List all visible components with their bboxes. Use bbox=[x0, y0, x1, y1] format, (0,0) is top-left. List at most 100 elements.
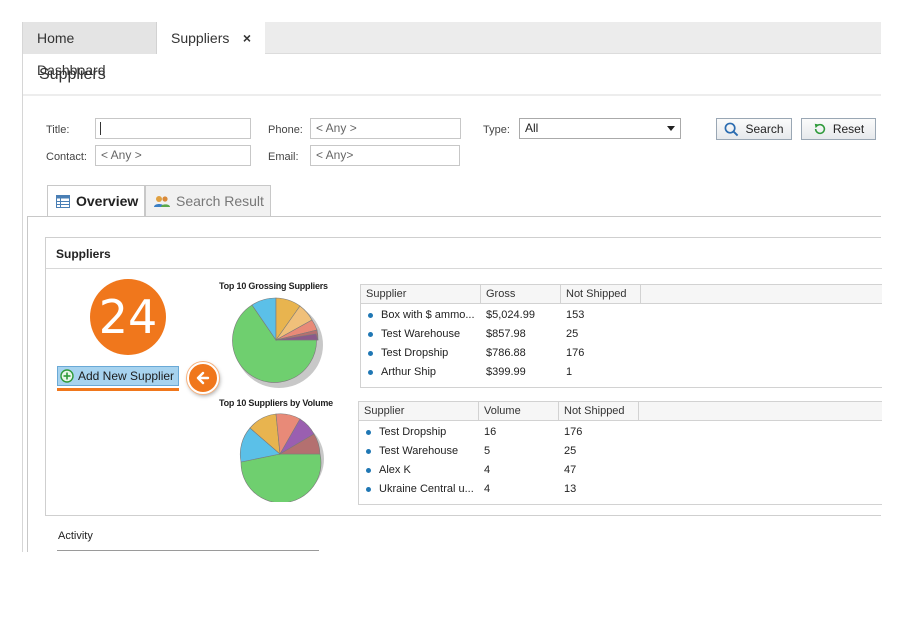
not-shipped-cell: 25 bbox=[566, 328, 579, 340]
supplier-cell: Arthur Ship bbox=[381, 366, 437, 378]
column-header-not-shipped[interactable]: Not Shipped bbox=[559, 402, 639, 421]
contact-input[interactable]: < Any > bbox=[95, 145, 251, 166]
table-icon bbox=[56, 194, 70, 208]
type-label: Type: bbox=[483, 124, 510, 136]
reset-label: Reset bbox=[832, 122, 865, 136]
bullet-icon bbox=[366, 430, 371, 435]
column-header-supplier[interactable]: Supplier bbox=[361, 285, 481, 304]
close-icon[interactable]: × bbox=[243, 22, 251, 54]
tab-suppliers[interactable]: Suppliers × bbox=[157, 22, 265, 55]
gross-pie-chart bbox=[232, 297, 323, 388]
divider bbox=[46, 268, 882, 269]
page-title: Suppliers bbox=[39, 66, 106, 83]
supplier-cell: Alex K bbox=[379, 464, 411, 476]
divider bbox=[27, 216, 28, 552]
app-frame: Home Dashboard Suppliers × Suppliers Tit… bbox=[22, 22, 882, 552]
title-input[interactable] bbox=[95, 118, 251, 139]
table-row[interactable]: Test Warehouse $857.98 25 bbox=[361, 325, 882, 344]
not-shipped-cell: 176 bbox=[564, 426, 583, 438]
not-shipped-cell: 13 bbox=[564, 483, 577, 495]
activity-heading: Activity bbox=[58, 530, 93, 542]
not-shipped-cell: 1 bbox=[566, 366, 573, 378]
volume-chart-title: Top 10 Suppliers by Volume bbox=[219, 398, 333, 408]
column-header-volume[interactable]: Volume bbox=[479, 402, 559, 421]
divider bbox=[27, 216, 881, 217]
add-icon bbox=[60, 369, 74, 383]
type-value: All bbox=[525, 121, 539, 135]
phone-input[interactable]: < Any > bbox=[310, 118, 461, 139]
tab-overview[interactable]: Overview bbox=[47, 185, 145, 217]
supplier-count-badge: 24 bbox=[90, 279, 166, 355]
supplier-cell: Ukraine Central u... bbox=[379, 483, 474, 495]
supplier-cell: Test Dropship bbox=[379, 426, 447, 438]
table-row[interactable]: Test Warehouse 5 25 bbox=[359, 442, 882, 461]
search-icon bbox=[725, 122, 739, 136]
volume-cell: 4 bbox=[484, 483, 491, 495]
supplier-cell: Test Dropship bbox=[381, 347, 449, 359]
gross-cell: $399.99 bbox=[486, 366, 526, 378]
contact-label: Contact: bbox=[46, 151, 87, 163]
tab-label: Suppliers bbox=[171, 30, 230, 46]
type-select[interactable]: All bbox=[519, 118, 681, 139]
divider bbox=[23, 94, 881, 96]
suppliers-panel: Suppliers 24 Add New Supplier Top 10 Gro… bbox=[45, 237, 882, 516]
column-header-supplier[interactable]: Supplier bbox=[359, 402, 479, 421]
column-header-not-shipped[interactable]: Not Shipped bbox=[561, 285, 641, 304]
table-header: Supplier Volume Not Shipped bbox=[359, 402, 882, 421]
panel-title: Suppliers bbox=[56, 247, 111, 261]
bullet-icon bbox=[366, 487, 371, 492]
search-label: Search bbox=[745, 122, 784, 136]
volume-cell: 4 bbox=[484, 464, 491, 476]
table-row[interactable]: Ukraine Central u... 4 13 bbox=[359, 480, 882, 499]
divider bbox=[57, 550, 319, 551]
gross-table: Supplier Gross Not Shipped Box with $ am… bbox=[360, 284, 882, 388]
chevron-down-icon bbox=[667, 126, 675, 131]
volume-table: Supplier Volume Not Shipped Test Dropshi… bbox=[358, 401, 882, 505]
table-row[interactable]: Arthur Ship $399.99 1 bbox=[361, 363, 882, 382]
gross-cell: $5,024.99 bbox=[486, 309, 535, 321]
bullet-icon bbox=[366, 449, 371, 454]
reset-icon bbox=[814, 123, 825, 135]
gross-cell: $857.98 bbox=[486, 328, 526, 340]
search-button[interactable]: Search bbox=[716, 118, 792, 140]
volume-cell: 5 bbox=[484, 445, 491, 457]
phone-label: Phone: bbox=[268, 124, 303, 136]
supplier-cell: Test Warehouse bbox=[379, 445, 459, 457]
table-row[interactable]: Test Dropship 16 176 bbox=[359, 423, 882, 442]
people-icon bbox=[154, 195, 170, 207]
phone-placeholder: < Any > bbox=[316, 121, 357, 135]
reset-button[interactable]: Reset bbox=[801, 118, 876, 140]
table-header: Supplier Gross Not Shipped bbox=[361, 285, 882, 304]
tab-search-result[interactable]: Search Result bbox=[145, 185, 271, 217]
tab-home-dashboard[interactable]: Home Dashboard bbox=[23, 22, 157, 78]
supplier-cell: Box with $ ammo... bbox=[381, 309, 475, 321]
volume-cell: 16 bbox=[484, 426, 497, 438]
email-label: Email: bbox=[268, 151, 299, 163]
add-new-supplier-button[interactable]: Add New Supplier bbox=[57, 366, 179, 386]
contact-placeholder: < Any > bbox=[101, 148, 142, 162]
arrow-left-icon bbox=[187, 362, 219, 394]
table-row[interactable]: Test Dropship $786.88 176 bbox=[361, 344, 882, 363]
top-tab-bar: Home Dashboard Suppliers × bbox=[23, 22, 881, 78]
bullet-icon bbox=[366, 468, 371, 473]
supplier-cell: Test Warehouse bbox=[381, 328, 461, 340]
title-label: Title: bbox=[46, 124, 70, 136]
highlight-underline bbox=[57, 388, 179, 391]
bullet-icon bbox=[368, 313, 373, 318]
tab-label: Overview bbox=[76, 193, 139, 209]
gross-cell: $786.88 bbox=[486, 347, 526, 359]
volume-pie-chart bbox=[240, 413, 324, 502]
bullet-icon bbox=[368, 370, 373, 375]
table-row[interactable]: Box with $ ammo... $5,024.99 153 bbox=[361, 306, 882, 325]
table-row[interactable]: Alex K 4 47 bbox=[359, 461, 882, 480]
bullet-icon bbox=[368, 332, 373, 337]
email-placeholder: < Any> bbox=[316, 148, 354, 162]
not-shipped-cell: 176 bbox=[566, 347, 585, 359]
not-shipped-cell: 25 bbox=[564, 445, 577, 457]
gross-chart-title: Top 10 Grossing Suppliers bbox=[219, 281, 328, 291]
not-shipped-cell: 153 bbox=[566, 309, 585, 321]
column-header-gross[interactable]: Gross bbox=[481, 285, 561, 304]
email-input[interactable]: < Any> bbox=[310, 145, 460, 166]
tab-label: Search Result bbox=[176, 193, 264, 209]
bullet-icon bbox=[368, 351, 373, 356]
